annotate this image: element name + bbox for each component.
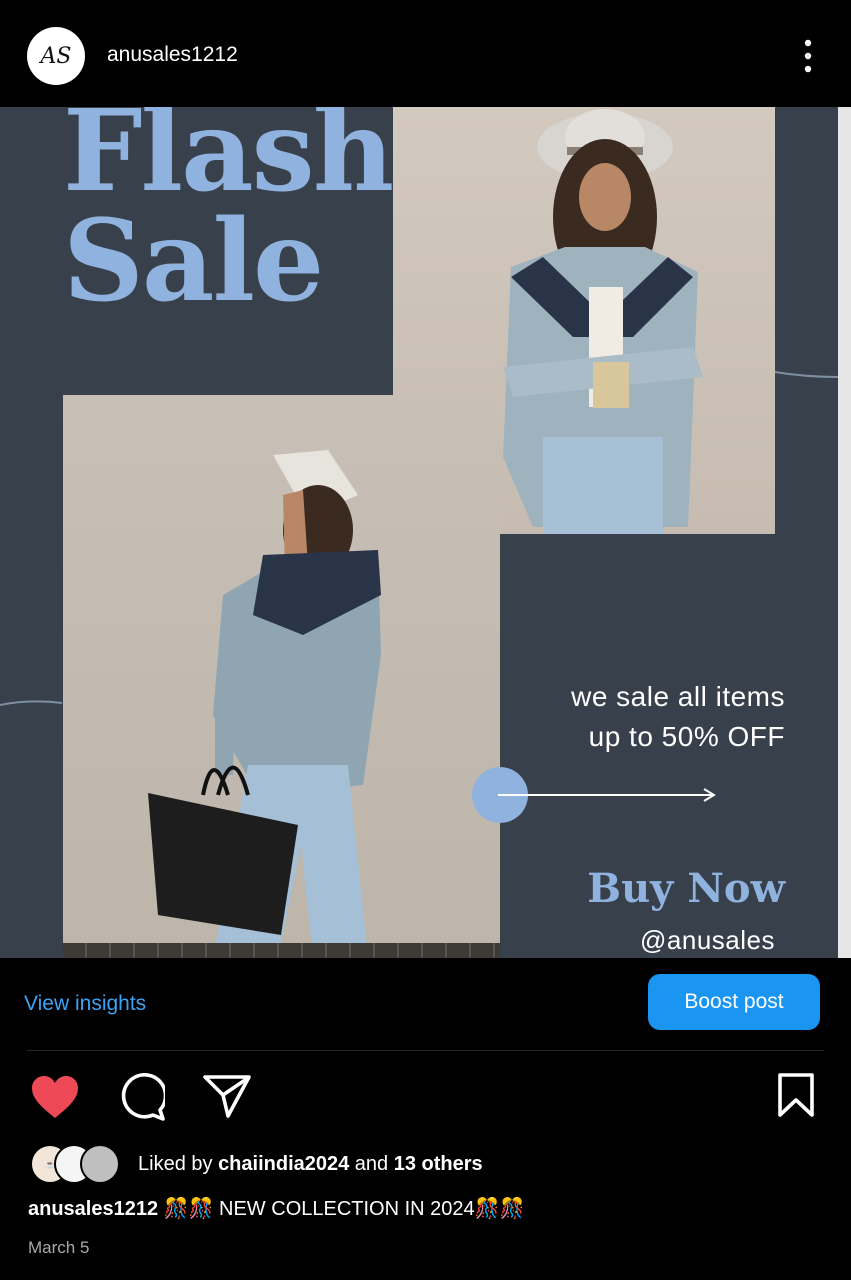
- liker-avatar-3: [80, 1144, 120, 1184]
- more-icon[interactable]: [796, 38, 820, 74]
- promo-line2: up to 50% OFF: [588, 721, 785, 752]
- post-date: March 5: [28, 1238, 90, 1257]
- liked-by-user[interactable]: chaiindia2024: [218, 1153, 349, 1175]
- caption-username[interactable]: anusales1212: [28, 1198, 158, 1220]
- bookmark-icon[interactable]: [776, 1072, 816, 1118]
- likes-row[interactable]: ☕ Liked by chaiindia2024 and 13 others: [30, 1144, 830, 1184]
- caption-text: 🎊🎊 NEW COLLECTION IN 2024🎊🎊: [158, 1198, 525, 1220]
- divider: [27, 1050, 824, 1051]
- post-image[interactable]: Flash Sale we sale all items up to 50% O…: [0, 107, 851, 958]
- liked-by-and: and: [349, 1153, 394, 1175]
- insights-row: View insights Boost post: [0, 958, 851, 1050]
- post-header: AS anusales1212: [0, 0, 851, 107]
- liked-by-prefix: Liked by: [138, 1153, 219, 1175]
- liked-by-others[interactable]: 13 others: [394, 1153, 483, 1175]
- liked-by-text: Liked by chaiindia2024 and 13 others: [138, 1153, 483, 1176]
- avatar[interactable]: AS: [27, 27, 85, 85]
- next-image-edge: [838, 107, 851, 958]
- comment-icon[interactable]: [117, 1073, 165, 1121]
- headline-line2: Sale: [63, 196, 324, 327]
- username[interactable]: anusales1212: [107, 43, 238, 67]
- store-handle: @anusales: [640, 925, 775, 955]
- headline-line1: Flash: [63, 107, 394, 217]
- heart-icon[interactable]: [30, 1074, 80, 1120]
- view-insights-link[interactable]: View insights: [24, 992, 146, 1016]
- promo-text: we sale all items up to 50% OFF: [571, 677, 785, 757]
- caption: anusales1212 🎊🎊 NEW COLLECTION IN 2024🎊🎊: [28, 1196, 524, 1221]
- share-icon[interactable]: [202, 1073, 252, 1119]
- headline: Flash Sale: [63, 107, 394, 327]
- promo-line1: we sale all items: [571, 681, 785, 712]
- buy-now-text: Buy Now: [587, 865, 785, 912]
- boost-post-button[interactable]: Boost post: [648, 974, 820, 1030]
